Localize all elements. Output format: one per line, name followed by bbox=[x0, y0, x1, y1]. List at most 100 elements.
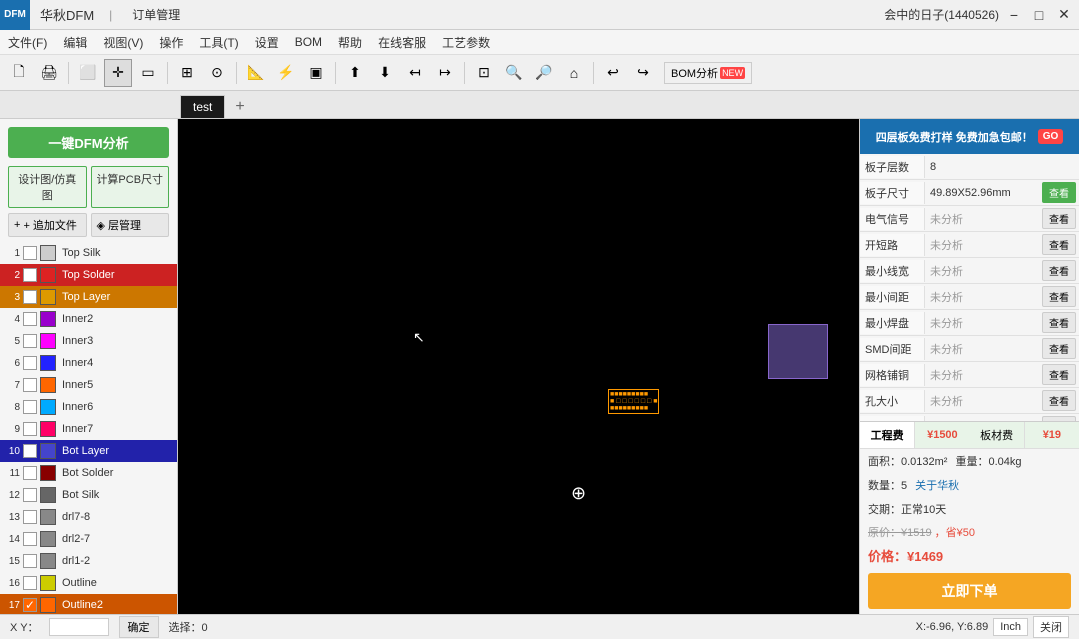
layer-visibility-toggle[interactable] bbox=[23, 400, 37, 414]
xy-input[interactable] bbox=[49, 618, 109, 636]
huaqiu-link[interactable]: 关于华秋 bbox=[915, 477, 959, 493]
layer-row[interactable]: 11 Bot Solder bbox=[0, 462, 177, 484]
layer-row[interactable]: 5 Inner3 bbox=[0, 330, 177, 352]
layer-row[interactable]: 6 Inner4 bbox=[0, 352, 177, 374]
layer-visibility-toggle[interactable] bbox=[23, 334, 37, 348]
layer-visibility-toggle[interactable] bbox=[23, 444, 37, 458]
layer-row[interactable]: 8 Inner6 bbox=[0, 396, 177, 418]
toolbar-3d[interactable]: ▣ bbox=[302, 59, 330, 87]
layer-row[interactable]: 4 Inner2 bbox=[0, 308, 177, 330]
toolbar-zoom-fit[interactable]: ⊡ bbox=[470, 59, 498, 87]
toolbar-zoom-in[interactable]: 🔍 bbox=[500, 59, 528, 87]
calculate-pcb-button[interactable]: 计算PCB尺寸 bbox=[91, 166, 170, 208]
confirm-button[interactable]: 确定 bbox=[119, 616, 159, 638]
toolbar-undo[interactable]: ↩ bbox=[599, 59, 627, 87]
layer-color-swatch bbox=[40, 531, 56, 547]
toolbar-route[interactable]: ⊞ bbox=[173, 59, 201, 87]
electric-signal-check-button[interactable]: 查看 bbox=[1042, 208, 1076, 229]
dfm-analyze-button[interactable]: 一键DFM分析 bbox=[8, 127, 169, 158]
board-size-check-button[interactable]: 查看 bbox=[1042, 182, 1076, 203]
order-now-button[interactable]: 立即下单 bbox=[868, 573, 1071, 609]
layer-row[interactable]: 16 Outline bbox=[0, 572, 177, 594]
toolbar-redo[interactable]: ↪ bbox=[629, 59, 657, 87]
tab-test[interactable]: test bbox=[180, 95, 225, 118]
layer-row[interactable]: 1 Top Silk bbox=[0, 242, 177, 264]
toolbar-via[interactable]: ⊙ bbox=[203, 59, 231, 87]
menu-settings[interactable]: 设置 bbox=[247, 31, 287, 54]
toolbar-zoom-out[interactable]: 🔎 bbox=[530, 59, 558, 87]
menu-bom[interactable]: BOM bbox=[287, 32, 330, 52]
toolbar-download[interactable]: ⬇ bbox=[371, 59, 399, 87]
layer-visibility-toggle[interactable]: ✓ bbox=[23, 598, 37, 612]
layer-visibility-toggle[interactable] bbox=[23, 510, 37, 524]
layer-row[interactable]: 7 Inner5 bbox=[0, 374, 177, 396]
layer-row[interactable]: 9 Inner7 bbox=[0, 418, 177, 440]
min-gap-check-button[interactable]: 查看 bbox=[1042, 286, 1076, 307]
fee-row: 工程费 ¥1500 板材费 ¥19 bbox=[860, 422, 1079, 449]
toolbar-print[interactable]: 🖨 bbox=[35, 59, 63, 87]
menu-support[interactable]: 在线客服 bbox=[370, 31, 434, 54]
layer-visibility-toggle[interactable] bbox=[23, 576, 37, 590]
hole-size-check-button[interactable]: 查看 bbox=[1042, 390, 1076, 411]
menu-operate[interactable]: 操作 bbox=[151, 31, 191, 54]
layer-num: 2 bbox=[4, 270, 20, 281]
toolbar-cursor[interactable]: ✛ bbox=[104, 59, 132, 87]
toolbar-new[interactable]: 🗋 bbox=[5, 59, 33, 87]
maximize-button[interactable]: □ bbox=[1029, 5, 1049, 25]
layer-row[interactable]: 14 drl2-7 bbox=[0, 528, 177, 550]
engineering-fee-tab[interactable]: 工程费 bbox=[860, 422, 915, 448]
toolbar-select[interactable]: ⬜ bbox=[74, 59, 102, 87]
layer-row[interactable]: 3 Top Layer bbox=[0, 286, 177, 308]
toolbar-import[interactable]: ↤ bbox=[401, 59, 429, 87]
menu-view[interactable]: 视图(V) bbox=[95, 31, 151, 54]
layer-visibility-toggle[interactable] bbox=[23, 488, 37, 502]
order-mgmt-link[interactable]: 订单管理 bbox=[117, 1, 195, 28]
layer-visibility-toggle[interactable] bbox=[23, 422, 37, 436]
menu-tools[interactable]: 工具(T) bbox=[191, 31, 246, 54]
layer-row[interactable]: 13 drl7-8 bbox=[0, 506, 177, 528]
toolbar-rect[interactable]: ▭ bbox=[134, 59, 162, 87]
menu-file[interactable]: 文件(F) bbox=[0, 31, 55, 54]
quantity-text: 数量：5 bbox=[868, 477, 907, 493]
title-bar: DFM 华秋DFM | 订单管理 会中的日子(1440526) − □ ✕ bbox=[0, 0, 1079, 30]
layer-visibility-toggle[interactable] bbox=[23, 246, 37, 260]
layer-visibility-toggle[interactable] bbox=[23, 532, 37, 546]
layer-row[interactable]: 17 ✓ Outline2 bbox=[0, 594, 177, 614]
toolbar-component[interactable]: ⚡ bbox=[272, 59, 300, 87]
toolbar-export[interactable]: ↦ bbox=[431, 59, 459, 87]
layer-row[interactable]: 12 Bot Silk bbox=[0, 484, 177, 506]
layer-visibility-toggle[interactable] bbox=[23, 378, 37, 392]
toolbar-upload[interactable]: ⬆ bbox=[341, 59, 369, 87]
layer-visibility-toggle[interactable] bbox=[23, 290, 37, 304]
net-check-button[interactable]: 查看 bbox=[1042, 364, 1076, 385]
layer-row[interactable]: 2 Top Solder bbox=[0, 264, 177, 286]
menu-process[interactable]: 工艺参数 bbox=[434, 31, 498, 54]
layer-visibility-toggle[interactable] bbox=[23, 312, 37, 326]
menu-help[interactable]: 帮助 bbox=[330, 31, 370, 54]
bom-analysis-button[interactable]: BOM分析 NEW bbox=[664, 62, 752, 84]
layer-visibility-toggle[interactable] bbox=[23, 554, 37, 568]
min-pad-check-button[interactable]: 查看 bbox=[1042, 312, 1076, 333]
canvas-area[interactable]: ■■■■■■■■■■ □ □ □ □ □ □ ■■■■■■■■■■ ⊕ ↖ bbox=[178, 119, 859, 614]
layer-visibility-toggle[interactable] bbox=[23, 466, 37, 480]
unit-selector[interactable]: Inch bbox=[993, 618, 1028, 636]
add-file-button[interactable]: + + 追加文件 bbox=[8, 213, 87, 237]
short-circuit-check-button[interactable]: 查看 bbox=[1042, 234, 1076, 255]
toolbar-home[interactable]: ⌂ bbox=[560, 59, 588, 87]
layer-row[interactable]: 15 drl1-2 bbox=[0, 550, 177, 572]
menu-edit[interactable]: 编辑 bbox=[55, 31, 95, 54]
layer-visibility-toggle[interactable] bbox=[23, 356, 37, 370]
close-button[interactable]: ✕ bbox=[1054, 5, 1074, 25]
minimize-button[interactable]: − bbox=[1004, 5, 1024, 25]
layer-visibility-toggle[interactable] bbox=[23, 268, 37, 282]
smd-gap-check-button[interactable]: 查看 bbox=[1042, 338, 1076, 359]
design-diagram-button[interactable]: 设计图/仿真图 bbox=[8, 166, 87, 208]
min-trace-check-button[interactable]: 查看 bbox=[1042, 260, 1076, 281]
advertisement-banner[interactable]: 四层板免费打样 免费加急包邮！ GO bbox=[860, 119, 1079, 154]
close-selector[interactable]: 关闭 bbox=[1033, 616, 1069, 638]
tab-add-button[interactable]: + bbox=[227, 96, 252, 118]
toolbar-measure[interactable]: 📐 bbox=[242, 59, 270, 87]
material-fee-tab[interactable]: 板材费 bbox=[970, 422, 1025, 448]
layer-mgmt-button[interactable]: ◈ 层管理 bbox=[91, 213, 170, 237]
layer-row[interactable]: 10 Bot Layer bbox=[0, 440, 177, 462]
